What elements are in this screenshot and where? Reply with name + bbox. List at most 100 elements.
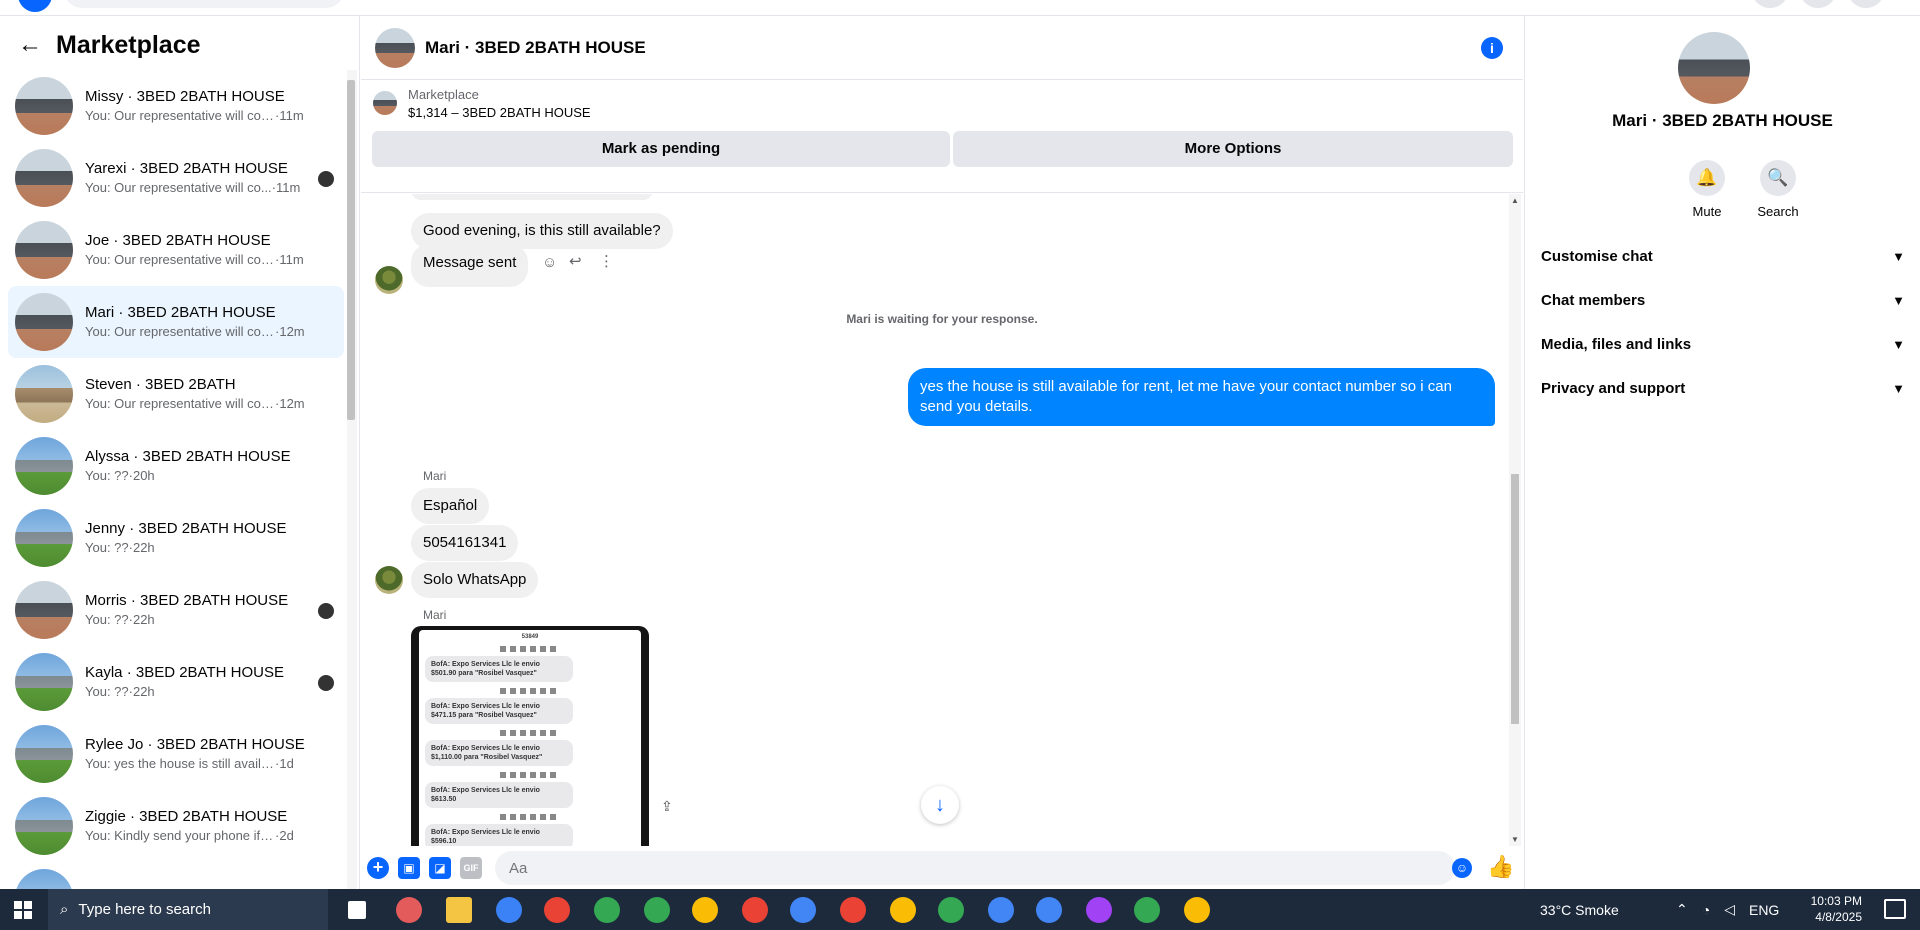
menu-icon[interactable]: [1752, 0, 1788, 8]
react-emoji-icon[interactable]: ☺: [542, 254, 557, 271]
chrome-icon[interactable]: [544, 897, 570, 923]
conversation-preview: You: ??: [85, 468, 129, 483]
chrome-profile-icon[interactable]: [742, 897, 768, 923]
profile-avatar[interactable]: [1678, 32, 1750, 104]
chrome-profile-icon[interactable]: [938, 897, 964, 923]
chrome-profile-icon[interactable]: [988, 897, 1014, 923]
chevron-down-icon[interactable]: ▼: [1892, 249, 1911, 264]
conversation-item[interactable]: Rylee Jo · 3BED 2BATH HOUSE You: yes the …: [8, 718, 344, 790]
wifi-icon[interactable]: ◔: [1702, 902, 1710, 918]
conversation-item[interactable]: Ziggie · 3BED 2BATH HOUSE You: Kindly sen…: [8, 790, 344, 862]
info-icon[interactable]: i: [1481, 37, 1503, 59]
volume-icon[interactable]: ◁: [1724, 901, 1735, 918]
search-button[interactable]: 🔍 Search: [1748, 160, 1808, 219]
system-tray[interactable]: ⌃ ◔ ◁ ENG: [1676, 889, 1779, 930]
account-avatar-icon[interactable]: [1848, 0, 1884, 8]
clock[interactable]: 10:03 PM 4/8/2025: [1811, 893, 1862, 925]
thumbs-up-icon[interactable]: 👍: [1487, 854, 1514, 880]
more-actions-icon[interactable]: ⋮: [599, 252, 614, 270]
back-arrow-icon[interactable]: ←: [18, 33, 42, 57]
taskbar-app-icon[interactable]: [396, 897, 422, 923]
conversation-item[interactable]: Joe · 3BED 2BATH HOUSE You: Our represent…: [8, 214, 344, 286]
media-files-links-section[interactable]: Media, files and links ▼: [1541, 326, 1911, 362]
seen-avatar-icon: [318, 171, 334, 187]
reply-icon[interactable]: ↩: [569, 252, 582, 270]
sticker-icon[interactable]: ◪: [429, 857, 451, 879]
language-indicator[interactable]: ENG: [1749, 902, 1779, 918]
listing-price[interactable]: $1,314 – 3BED 2BATH HOUSE: [408, 105, 591, 120]
chrome-profile-icon[interactable]: [1086, 897, 1112, 923]
add-icon[interactable]: +: [367, 857, 389, 879]
search-icon[interactable]: 🔍: [1760, 160, 1796, 196]
chevron-down-icon[interactable]: ▼: [1892, 293, 1911, 308]
gif-icon[interactable]: GIF: [460, 857, 482, 879]
chrome-profile-icon[interactable]: [1134, 897, 1160, 923]
conversation-avatar: [15, 77, 73, 135]
customise-chat-section[interactable]: Customise chat ▼: [1541, 238, 1911, 274]
attachment-sms: BofA: Expo Services Llc le envio $613.50: [425, 782, 573, 808]
chevron-down-icon[interactable]: ▼: [1892, 337, 1911, 352]
listing-thumbnail[interactable]: [373, 91, 397, 115]
chrome-profile-icon[interactable]: [840, 897, 866, 923]
conversation-item[interactable]: Mari · 3BED 2BATH HOUSE You: Our represen…: [8, 286, 344, 358]
conversation-item[interactable]: Alyssa · 3BED 2BATH HOUSE You: ?? · 20h: [8, 430, 344, 502]
weather-widget[interactable]: 33°C Smoke: [1540, 889, 1619, 930]
task-view-icon[interactable]: [348, 901, 366, 919]
chevron-up-icon[interactable]: ⌃: [1676, 901, 1688, 918]
chat-avatar[interactable]: [375, 27, 415, 68]
conversation-item[interactable]: Steven · 3BED 2BATH You: Our representati…: [8, 358, 344, 430]
chrome-profile-icon[interactable]: [890, 897, 916, 923]
browser-icon[interactable]: [496, 897, 522, 923]
notifications-icon[interactable]: [1800, 0, 1836, 8]
sender-avatar[interactable]: [375, 266, 403, 294]
windows-start-icon[interactable]: [14, 901, 32, 919]
chrome-profile-icon[interactable]: [1036, 897, 1062, 923]
chat-members-section[interactable]: Chat members ▼: [1541, 282, 1911, 318]
message-bubble: Solo WhatsApp: [411, 562, 539, 598]
taskbar-search[interactable]: ⌕ Type here to search: [48, 889, 328, 930]
thread-scrollbar[interactable]: ▲ ▼: [1509, 194, 1521, 846]
sender-avatar[interactable]: [375, 566, 403, 594]
conversation-preview: You: ??: [85, 540, 129, 555]
emoji-icon[interactable]: ☺: [1452, 858, 1472, 878]
message-bubble: Message sent: [411, 244, 529, 287]
thread-scrollbar-thumb[interactable]: [1511, 474, 1519, 724]
scroll-down-arrow-icon[interactable]: ↓: [921, 786, 959, 824]
mark-as-pending-button[interactable]: Mark as pending: [372, 131, 950, 167]
section-label: Customise chat: [1541, 247, 1653, 265]
chrome-profile-icon[interactable]: [790, 897, 816, 923]
scroll-up-arrow-icon[interactable]: ▲: [1511, 196, 1519, 205]
chevron-down-icon[interactable]: ▼: [1892, 381, 1911, 396]
my-message-bubble: yes the house is still available for ren…: [908, 368, 1495, 426]
message-input[interactable]: [495, 851, 1455, 885]
chat-title[interactable]: Mari · 3BED 2BATH HOUSE: [425, 38, 646, 58]
more-options-button[interactable]: More Options: [953, 131, 1513, 167]
image-attachment[interactable]: 53849 BofA: Expo Services Llc le envio $…: [411, 626, 649, 846]
facebook-search-box[interactable]: [64, 0, 344, 8]
conversation-name: Kayla · 3BED 2BATH HOUSE: [85, 664, 284, 681]
conversation-item[interactable]: Jenny · 3BED 2BATH HOUSE You: ?? · 22h: [8, 502, 344, 574]
mute-button[interactable]: 🔔 Mute: [1677, 160, 1737, 219]
chrome-profile-icon[interactable]: [1184, 897, 1210, 923]
conversation-item[interactable]: Zelda · 3BED 2BATH HOUSE: [8, 862, 344, 889]
chrome-profile-icon[interactable]: [644, 897, 670, 923]
scroll-down-small-icon[interactable]: ▼: [1511, 835, 1519, 844]
chrome-profile-icon[interactable]: [692, 897, 718, 923]
attachment-sms: BofA: Expo Services Llc le envio $501.90…: [425, 656, 573, 682]
facebook-logo-icon[interactable]: [18, 0, 52, 12]
share-icon[interactable]: ⇪: [661, 798, 673, 815]
conversation-name: Alyssa · 3BED 2BATH HOUSE: [85, 448, 291, 465]
conversation-name: Mari · 3BED 2BATH HOUSE: [85, 304, 276, 321]
conversation-name: Missy · 3BED 2BATH HOUSE: [85, 88, 285, 105]
conversation-item[interactable]: Morris · 3BED 2BATH HOUSE You: ?? · 22h: [8, 574, 344, 646]
photo-icon[interactable]: ▣: [398, 857, 420, 879]
conversation-item[interactable]: Missy · 3BED 2BATH HOUSE You: Our represe…: [8, 70, 344, 142]
privacy-support-section[interactable]: Privacy and support ▼: [1541, 370, 1911, 406]
file-explorer-icon[interactable]: [446, 897, 472, 923]
chrome-profile-icon[interactable]: [594, 897, 620, 923]
notification-center-icon[interactable]: [1884, 899, 1906, 919]
conversation-item[interactable]: Kayla · 3BED 2BATH HOUSE You: ?? · 22h: [8, 646, 344, 718]
bell-icon[interactable]: 🔔: [1689, 160, 1725, 196]
conversation-item[interactable]: Yarexi · 3BED 2BATH HOUSE You: Our repres…: [8, 142, 344, 214]
sidebar-scrollbar-thumb[interactable]: [347, 80, 355, 420]
